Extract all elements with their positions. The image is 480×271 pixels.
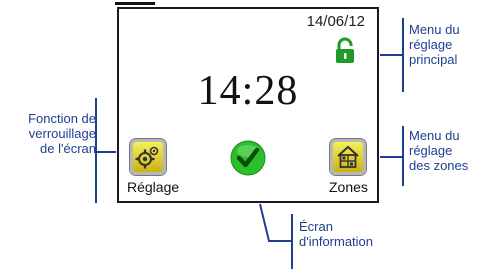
lock-icon[interactable]: [334, 37, 356, 65]
callout-zone-settings-menu: Menu du réglage des zones: [409, 128, 469, 173]
date-display: 14/06/12: [306, 13, 365, 30]
callout-arrow-zone-settings: [380, 156, 402, 158]
gear-icon: [135, 146, 159, 169]
callout-screen-lock: Fonction de verrouillage de l'écran: [28, 111, 96, 156]
checkmark-icon[interactable]: [230, 140, 266, 176]
house-zones-icon: [337, 145, 359, 168]
top-edge-bar: [115, 2, 155, 5]
setup-label: Réglage: [127, 179, 180, 195]
callout-line-zone-settings: [402, 126, 404, 186]
setup-button[interactable]: [130, 139, 166, 175]
zones-button[interactable]: [330, 139, 366, 175]
zones-label: Zones: [329, 179, 368, 195]
time-display: 14:28: [197, 68, 299, 114]
callout-arrow-screen-lock: [96, 151, 116, 153]
callout-arrow-main-settings: [380, 54, 402, 56]
callout-line-main-settings: [402, 18, 404, 92]
callout-information-screen: Écran d'information: [299, 219, 374, 249]
thermostat-screen: 14/06/12 14:28 Réglage Zones: [117, 7, 379, 203]
callout-line-information-screen-diagonal: [259, 203, 270, 242]
callout-main-settings-menu: Menu du réglage principal: [409, 22, 460, 67]
